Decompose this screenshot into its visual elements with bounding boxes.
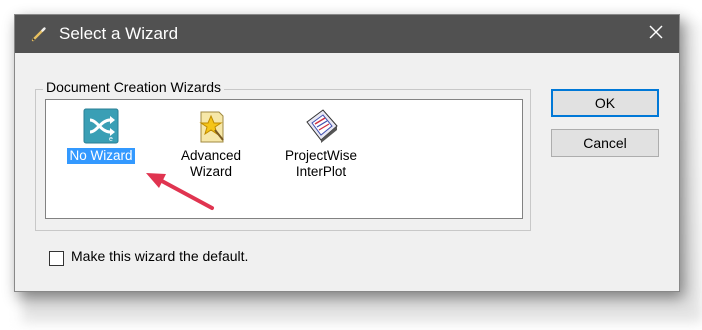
pencil-icon xyxy=(31,26,47,42)
wizard-list[interactable]: e No Wizard Advanced Wizard ProjectWise … xyxy=(45,99,523,219)
default-wizard-checkbox-label[interactable]: Make this wizard the default. xyxy=(71,248,248,264)
wizard-label-line1: ProjectWise xyxy=(284,148,357,163)
wizard-item-advanced-wizard[interactable]: Advanced Wizard xyxy=(164,108,258,181)
title-bar[interactable]: Select a Wizard xyxy=(15,15,679,53)
group-legend: Document Creation Wizards xyxy=(43,79,225,95)
projectwise-interplot-icon xyxy=(303,108,339,144)
wizard-label-advanced-wizard: Advanced Wizard xyxy=(179,148,243,180)
no-wizard-crossed-arrows-icon: e xyxy=(83,108,119,144)
close-button[interactable] xyxy=(633,15,679,53)
close-icon xyxy=(649,25,663,44)
default-wizard-checkbox[interactable] xyxy=(49,251,64,266)
wizard-item-projectwise-interplot[interactable]: ProjectWise InterPlot xyxy=(274,108,368,181)
ok-button[interactable]: OK xyxy=(551,89,659,117)
wizard-label-projectwise-interplot: ProjectWise InterPlot xyxy=(283,148,359,180)
wizard-item-no-wizard[interactable]: e No Wizard xyxy=(54,108,148,165)
wizard-label-line1: Advanced xyxy=(180,148,242,163)
window-title: Select a Wizard xyxy=(59,24,179,43)
advanced-wizard-star-icon xyxy=(193,108,229,144)
select-wizard-dialog: Select a Wizard Document Creation Wizard… xyxy=(14,14,680,292)
wizard-label-line2: InterPlot xyxy=(295,164,347,179)
svg-text:e: e xyxy=(109,136,113,143)
cancel-button[interactable]: Cancel xyxy=(551,129,659,157)
wizard-label-no-wizard: No Wizard xyxy=(67,148,135,164)
wizard-label-line2: Wizard xyxy=(189,164,232,179)
